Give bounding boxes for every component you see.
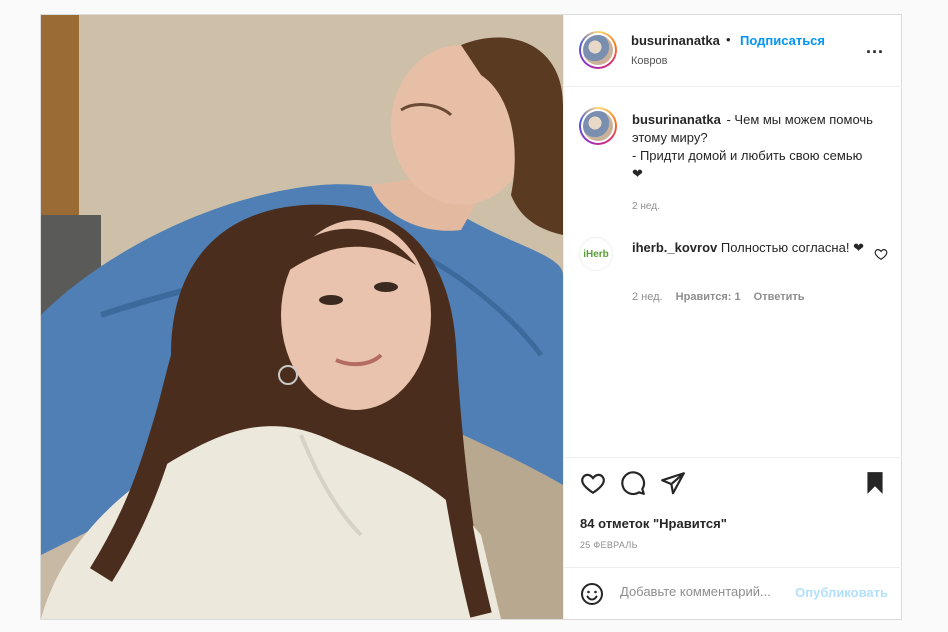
bookmark-icon[interactable] xyxy=(862,470,888,496)
author-username[interactable]: busurinanatka xyxy=(631,33,720,48)
commenter-username[interactable]: iherb._kovrov xyxy=(632,240,717,255)
comment-icon[interactable] xyxy=(620,470,646,496)
comment-text: Полностью согласна! xyxy=(720,240,850,255)
post-location[interactable]: Ковров xyxy=(631,55,667,67)
post-caption: busurinanatka - Чем мы можем помочь этом… xyxy=(632,111,877,183)
caption-text-line-2: - Придти домой и любить свою семью xyxy=(632,148,863,163)
comment-meta: 2 нед. Нравится: 1 Ответить xyxy=(632,291,815,303)
emoji-icon[interactable] xyxy=(580,582,604,606)
comment-item: iherb._kovrov Полностью согласна! ❤ xyxy=(632,239,864,257)
caption-time[interactable]: 2 нед. xyxy=(632,201,660,212)
author-avatar[interactable] xyxy=(579,31,617,69)
post-card: busurinanatka • Подписаться Ковров ... b… xyxy=(40,14,902,620)
header-separator: • xyxy=(726,32,731,47)
comment-input[interactable] xyxy=(620,584,792,599)
photo-illustration xyxy=(41,15,563,619)
caption-heart-emoji: ❤ xyxy=(632,166,643,181)
comment-time[interactable]: 2 нед. xyxy=(632,291,663,303)
publish-button[interactable]: Опубликовать xyxy=(795,585,888,600)
add-comment-bar: Опубликовать xyxy=(564,567,902,619)
likes-count[interactable]: 84 отметок "Нравится" xyxy=(580,516,727,531)
caption-username[interactable]: busurinanatka xyxy=(632,112,721,127)
action-bar: 84 отметок "Нравится" 25 ФЕВРАЛЬ xyxy=(564,457,902,567)
more-icon[interactable]: ... xyxy=(866,37,884,58)
post-header: busurinanatka • Подписаться Ковров ... xyxy=(564,15,902,87)
post-photo[interactable] xyxy=(41,15,563,619)
post-sidebar: busurinanatka • Подписаться Ковров ... b… xyxy=(563,15,902,619)
share-icon[interactable] xyxy=(660,470,686,496)
comment-heart-emoji: ❤ xyxy=(853,240,864,255)
follow-button[interactable]: Подписаться xyxy=(740,33,825,48)
caption-avatar[interactable] xyxy=(579,107,617,145)
post-date[interactable]: 25 ФЕВРАЛЬ xyxy=(580,540,638,550)
reply-button[interactable]: Ответить xyxy=(754,291,805,303)
comment-likes[interactable]: Нравится: 1 xyxy=(676,291,741,303)
comments-section: busurinanatka - Чем мы можем помочь этом… xyxy=(564,87,902,457)
commenter-avatar[interactable]: iHerb xyxy=(579,237,613,271)
heart-icon[interactable] xyxy=(580,470,606,496)
small-heart-icon[interactable] xyxy=(874,247,888,261)
